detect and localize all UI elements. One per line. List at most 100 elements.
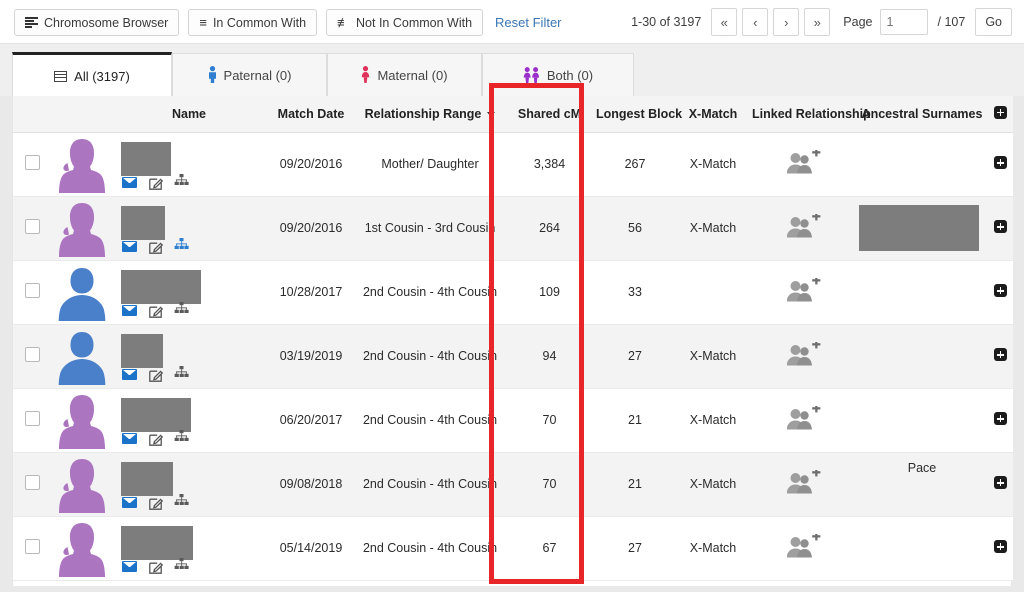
expand-row-plus-icon[interactable] [994, 348, 1007, 361]
row-expand-cell[interactable] [988, 132, 1013, 196]
th-relationship-range[interactable]: Relationship Range [357, 96, 503, 132]
last-page-button[interactable]: » [804, 8, 830, 36]
row-select-cell[interactable] [13, 132, 51, 196]
row-linked-relationship[interactable] [752, 132, 856, 196]
edit-note-icon-wrap[interactable] [149, 304, 162, 317]
add-people-icon[interactable] [787, 406, 821, 432]
row-checkbox[interactable] [25, 283, 40, 298]
mail-icon[interactable] [122, 369, 137, 380]
row-linked-relationship[interactable] [752, 452, 856, 516]
row-checkbox[interactable] [25, 155, 40, 170]
plus-box-icon[interactable] [994, 106, 1007, 119]
family-tree-icon[interactable] [174, 302, 189, 315]
edit-note-icon-wrap[interactable] [149, 368, 162, 381]
page-number-input[interactable] [880, 9, 928, 35]
th-x-match[interactable]: X-Match [674, 96, 752, 132]
family-tree-icon[interactable] [174, 238, 189, 251]
row-select-cell[interactable] [13, 260, 51, 324]
add-people-icon[interactable] [787, 342, 821, 368]
add-people-icon[interactable] [787, 278, 821, 304]
family-tree-icon[interactable] [174, 430, 189, 443]
row-linked-relationship[interactable] [752, 260, 856, 324]
row-select-cell[interactable] [13, 196, 51, 260]
first-page-button[interactable]: « [711, 8, 737, 36]
row-select-cell[interactable] [13, 324, 51, 388]
tab-paternal[interactable]: Paternal (0) [172, 53, 327, 97]
row-expand-cell[interactable] [988, 260, 1013, 324]
row-linked-relationship[interactable] [752, 388, 856, 452]
family-tree-icon-wrap[interactable] [174, 366, 189, 382]
row-linked-relationship[interactable] [752, 516, 856, 580]
table-row[interactable]: 10/28/20172nd Cousin - 4th Cousin10933 [13, 260, 1013, 324]
family-tree-icon-wrap[interactable] [174, 430, 189, 446]
expand-row-plus-icon[interactable] [994, 412, 1007, 425]
expand-row-plus-icon[interactable] [994, 540, 1007, 553]
row-checkbox[interactable] [25, 411, 40, 426]
row-checkbox[interactable] [25, 219, 40, 234]
family-tree-icon[interactable] [174, 174, 189, 187]
row-expand-cell[interactable] [988, 516, 1013, 580]
row-select-cell[interactable] [13, 516, 51, 580]
add-people-icon[interactable] [787, 214, 821, 240]
family-tree-icon[interactable] [174, 558, 189, 571]
tab-both[interactable]: Both (0) [482, 53, 634, 97]
add-people-icon[interactable] [787, 470, 821, 496]
in-common-with-button[interactable]: ≡ In Common With [188, 9, 317, 36]
edit-note-icon-wrap[interactable] [149, 176, 162, 189]
expand-row-plus-icon[interactable] [994, 476, 1007, 489]
not-in-common-with-button[interactable]: ≢ Not In Common With [326, 9, 483, 36]
th-longest-block[interactable]: Longest Block [596, 96, 674, 132]
add-people-icon[interactable] [787, 534, 821, 560]
table-row[interactable]: 06/20/20172nd Cousin - 4th Cousin7021X-M… [13, 388, 1013, 452]
reset-filter-link[interactable]: Reset Filter [495, 15, 561, 30]
row-expand-cell[interactable] [988, 324, 1013, 388]
family-tree-icon-wrap[interactable] [174, 302, 189, 318]
family-tree-icon[interactable] [174, 494, 189, 507]
table-row[interactable]: 05/14/20192nd Cousin - 4th Cousin6727X-M… [13, 516, 1013, 580]
edit-note-icon[interactable] [149, 176, 163, 190]
mail-icon[interactable] [122, 177, 137, 188]
th-shared-cm[interactable]: Shared cM [503, 96, 596, 132]
next-page-button[interactable]: › [773, 8, 799, 36]
add-people-icon[interactable] [787, 150, 821, 176]
th-ancestral-surnames[interactable]: Ancestral Surnames [856, 96, 988, 132]
expand-row-plus-icon[interactable] [994, 220, 1007, 233]
edit-note-icon[interactable] [149, 496, 163, 510]
table-row[interactable]: 09/08/20182nd Cousin - 4th Cousin7021X-M… [13, 452, 1013, 516]
table-row[interactable]: 03/19/20192nd Cousin - 4th Cousin9427X-M… [13, 324, 1013, 388]
edit-note-icon[interactable] [149, 240, 163, 254]
edit-note-icon-wrap[interactable] [149, 432, 162, 445]
edit-note-icon[interactable] [149, 432, 163, 446]
row-checkbox[interactable] [25, 475, 40, 490]
family-tree-icon-wrap[interactable] [174, 494, 189, 510]
mail-icon[interactable] [122, 305, 137, 316]
row-expand-cell[interactable] [988, 196, 1013, 260]
row-checkbox[interactable] [25, 347, 40, 362]
row-select-cell[interactable] [13, 452, 51, 516]
family-tree-icon[interactable] [174, 366, 189, 379]
row-linked-relationship[interactable] [752, 196, 856, 260]
expand-row-plus-icon[interactable] [994, 284, 1007, 297]
mail-icon[interactable] [122, 497, 137, 508]
mail-icon[interactable] [122, 433, 137, 444]
chromosome-browser-button[interactable]: Chromosome Browser [14, 9, 179, 36]
table-row[interactable]: 09/20/2016Mother/ Daughter3,384267X-Matc… [13, 132, 1013, 196]
prev-page-button[interactable]: ‹ [742, 8, 768, 36]
th-name[interactable]: Name [113, 96, 265, 132]
row-expand-cell[interactable] [988, 388, 1013, 452]
tab-all[interactable]: All (3197) [12, 52, 172, 97]
expand-row-plus-icon[interactable] [994, 156, 1007, 169]
th-add-column[interactable] [988, 96, 1013, 132]
th-linked-relationship[interactable]: Linked Relationship [752, 96, 856, 132]
edit-note-icon[interactable] [149, 368, 163, 382]
mail-icon[interactable] [122, 241, 137, 252]
family-tree-icon-wrap[interactable] [174, 558, 189, 574]
edit-note-icon-wrap[interactable] [149, 240, 162, 253]
edit-note-icon[interactable] [149, 304, 163, 318]
row-select-cell[interactable] [13, 388, 51, 452]
tab-maternal[interactable]: Maternal (0) [327, 53, 482, 97]
th-match-date[interactable]: Match Date [265, 96, 357, 132]
family-tree-icon-wrap[interactable] [174, 174, 189, 190]
row-linked-relationship[interactable] [752, 324, 856, 388]
edit-note-icon-wrap[interactable] [149, 560, 162, 573]
